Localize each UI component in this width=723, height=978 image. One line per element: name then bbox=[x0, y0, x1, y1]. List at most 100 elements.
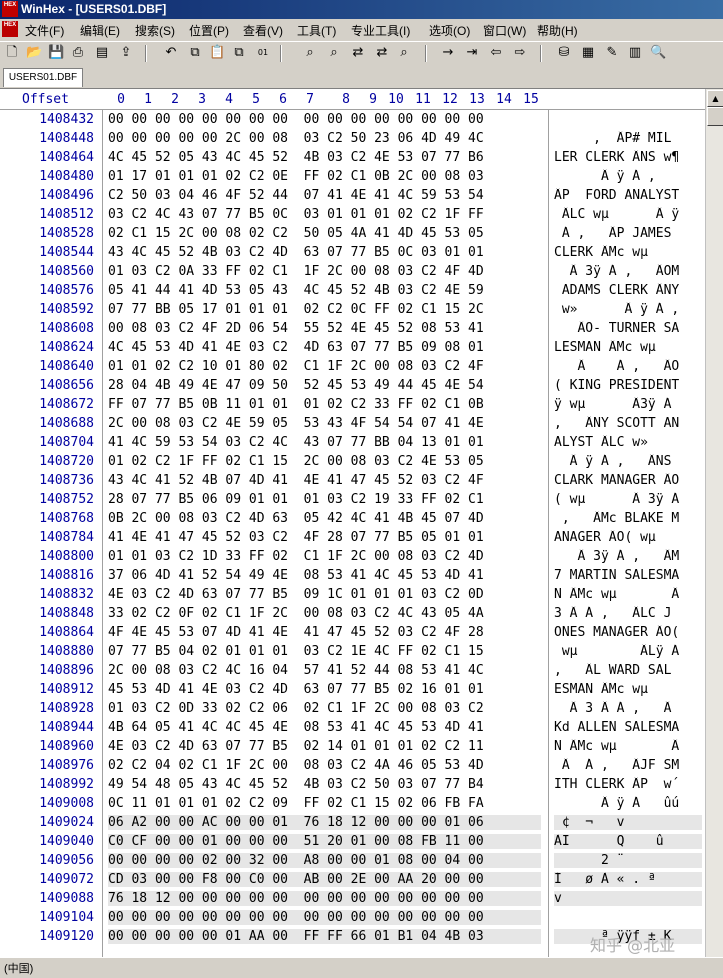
row-hex-bytes[interactable]: 2C 00 08 03 C2 4E 59 05 53 43 4F 54 54 0… bbox=[108, 416, 541, 431]
row-hex-bytes[interactable]: 76 18 12 00 00 00 00 00 00 00 00 00 00 0… bbox=[108, 891, 541, 906]
row-text[interactable]: ÿ wµ Â3ÿ Á bbox=[554, 397, 702, 412]
row-text[interactable]: ITH CLERK ÂP w´ bbox=[554, 777, 702, 792]
forward-icon[interactable]: ⇨ bbox=[512, 45, 528, 61]
row-hex-bytes[interactable]: 00 08 03 C2 4F 2D 06 54 55 52 4E 45 52 0… bbox=[108, 321, 541, 336]
row-text[interactable]: Â Á , ÂO bbox=[554, 359, 702, 374]
hex-row[interactable]: 1408448 00 00 00 00 00 2C 00 08 03 C2 50 … bbox=[0, 129, 705, 148]
row-hex-bytes[interactable]: 4E 03 C2 4D 63 07 77 B5 02 14 01 01 01 0… bbox=[108, 739, 541, 754]
row-hex-bytes[interactable]: C0 CF 00 00 01 00 00 00 51 20 01 00 08 F… bbox=[108, 834, 541, 849]
hex-row[interactable]: 1408720 01 02 C2 1F FF 02 C1 15 2C 00 08 … bbox=[0, 452, 705, 471]
goto-offset-icon[interactable]: ⇥ bbox=[464, 45, 480, 61]
row-text[interactable]: ÂP FORD ANALYST bbox=[554, 188, 702, 203]
scroll-thumb[interactable] bbox=[707, 107, 723, 126]
goto-icon[interactable]: → bbox=[440, 45, 456, 61]
row-hex-bytes[interactable]: 03 C2 4C 43 07 77 B5 0C 03 01 01 01 02 C… bbox=[108, 207, 541, 222]
export-icon[interactable]: ⇪ bbox=[118, 45, 134, 61]
hex-row[interactable]: 1408736 43 4C 41 52 4B 07 4D 41 4E 41 47 … bbox=[0, 471, 705, 490]
row-text[interactable]: Â 3 Â Á , Â bbox=[554, 701, 702, 716]
row-text[interactable]: Kd ALLEN SALESMA bbox=[554, 720, 702, 735]
row-hex-bytes[interactable]: 28 04 4B 49 4E 47 09 50 52 45 53 49 44 4… bbox=[108, 378, 541, 393]
row-hex-bytes[interactable]: 4E 03 C2 4D 63 07 77 B5 09 1C 01 01 01 0… bbox=[108, 587, 541, 602]
row-text[interactable]: CLERK ÂMc wµ bbox=[554, 245, 702, 260]
row-hex-bytes[interactable]: 01 02 C2 1F FF 02 C1 15 2C 00 08 03 C2 4… bbox=[108, 454, 541, 469]
row-hex-bytes[interactable]: 37 06 4D 41 52 54 49 4E 08 53 41 4C 45 5… bbox=[108, 568, 541, 583]
row-text[interactable]: CLARK MANAGER ÂO bbox=[554, 473, 702, 488]
tools-icon[interactable]: ✎ bbox=[604, 45, 620, 61]
row-text[interactable]: ( KING PRESIDENT bbox=[554, 378, 702, 393]
row-hex-bytes[interactable]: C2 50 03 04 46 4F 52 44 07 41 4E 41 4C 5… bbox=[108, 188, 541, 203]
menu-view[interactable]: 查看(V) bbox=[243, 22, 283, 39]
row-hex-bytes[interactable]: 4C 45 53 4D 41 4E 03 C2 4D 63 07 77 B5 0… bbox=[108, 340, 541, 355]
hex-row[interactable]: 1408880 07 77 B5 04 02 01 01 01 03 C2 1E … bbox=[0, 642, 705, 661]
hex-row[interactable]: 1409104 00 00 00 00 00 00 00 00 00 00 00 … bbox=[0, 908, 705, 927]
menu-tools[interactable]: 工具(T) bbox=[297, 22, 336, 39]
hex-row[interactable]: 1408816 37 06 4D 41 52 54 49 4E 08 53 41 … bbox=[0, 566, 705, 585]
hex-row[interactable]: 1409072 CD 03 00 00 F8 00 C0 00 AB 00 2E … bbox=[0, 870, 705, 889]
row-hex-bytes[interactable]: 02 C1 15 2C 00 08 02 C2 50 05 4A 41 4D 4… bbox=[108, 226, 541, 241]
row-text[interactable]: , ÂL WARD SAL bbox=[554, 663, 702, 678]
hex-row[interactable]: 1408576 05 41 44 41 4D 53 05 43 4C 45 52 … bbox=[0, 281, 705, 300]
row-text[interactable]: ONES MANAGER ÂO( bbox=[554, 625, 702, 640]
hex-row[interactable]: 1408912 45 53 4D 41 4E 03 C2 4D 63 07 77 … bbox=[0, 680, 705, 699]
row-hex-bytes[interactable]: 41 4E 41 47 45 52 03 C2 4F 28 07 77 B5 0… bbox=[108, 530, 541, 545]
menu-position[interactable]: 位置(P) bbox=[189, 22, 229, 39]
undo-icon[interactable]: ↶ bbox=[163, 45, 179, 61]
row-text[interactable]: ADAMS CLERK ÂNY bbox=[554, 283, 702, 298]
hex-row[interactable]: 1408896 2C 00 08 03 C2 4C 16 04 57 41 52 … bbox=[0, 661, 705, 680]
hex-row[interactable]: 1408976 02 C2 04 02 C1 1F 2C 00 08 03 C2 … bbox=[0, 756, 705, 775]
scroll-up-icon[interactable]: ▲ bbox=[707, 90, 723, 107]
menu-options[interactable]: 选项(O) bbox=[429, 22, 470, 39]
row-text[interactable]: v bbox=[554, 891, 702, 906]
hex-row[interactable]: 1408960 4E 03 C2 4D 63 07 77 B5 02 14 01 … bbox=[0, 737, 705, 756]
copy-icon[interactable]: ⧉ bbox=[187, 45, 203, 61]
hex-row[interactable]: 1408688 2C 00 08 03 C2 4E 59 05 53 43 4F … bbox=[0, 414, 705, 433]
calculator-icon[interactable]: ▥ bbox=[627, 45, 643, 61]
row-hex-bytes[interactable]: 43 4C 41 52 4B 07 4D 41 4E 41 47 45 52 0… bbox=[108, 473, 541, 488]
hex-row[interactable]: 1408784 41 4E 41 47 45 52 03 C2 4F 28 07 … bbox=[0, 528, 705, 547]
hex-row[interactable]: 1408512 03 C2 4C 43 07 77 B5 0C 03 01 01 … bbox=[0, 205, 705, 224]
row-hex-bytes[interactable]: 00 00 00 00 00 01 AA 00 FF FF 66 01 B1 0… bbox=[108, 929, 541, 944]
save-icon[interactable]: 💾 bbox=[48, 45, 64, 61]
hex-row[interactable]: 1408752 28 07 77 B5 06 09 01 01 01 03 C2 … bbox=[0, 490, 705, 509]
hex-row[interactable]: 1408544 43 4C 45 52 4B 03 C2 4D 63 07 77 … bbox=[0, 243, 705, 262]
hex-row[interactable]: 1408768 0B 2C 00 08 03 C2 4D 63 05 42 4C … bbox=[0, 509, 705, 528]
row-hex-bytes[interactable]: CD 03 00 00 F8 00 C0 00 AB 00 2E 00 AA 2… bbox=[108, 872, 541, 887]
hex-row[interactable]: 1409056 00 00 00 00 02 00 32 00 A8 00 00 … bbox=[0, 851, 705, 870]
row-text[interactable]: ESMAN ÂMc wµ bbox=[554, 682, 702, 697]
hex-row[interactable]: 1409040 C0 CF 00 00 01 00 00 00 51 20 01 … bbox=[0, 832, 705, 851]
hex-row[interactable]: 1408608 00 08 03 C2 4F 2D 06 54 55 52 4E … bbox=[0, 319, 705, 338]
row-hex-bytes[interactable]: 33 02 C2 0F 02 C1 1F 2C 00 08 03 C2 4C 4… bbox=[108, 606, 541, 621]
row-text[interactable]: Â ÿ Á , bbox=[554, 169, 702, 184]
hex-row[interactable]: 1408848 33 02 C2 0F 02 C1 1F 2C 00 08 03 … bbox=[0, 604, 705, 623]
print-icon[interactable]: ⎙ bbox=[70, 45, 86, 61]
hex-row[interactable]: 1409008 0C 11 01 01 01 02 C2 09 FF 02 C1 … bbox=[0, 794, 705, 813]
row-text[interactable]: Â ÿ Á , ÂNS bbox=[554, 454, 702, 469]
hex-row[interactable]: 1408704 41 4C 59 53 54 03 C2 4C 43 07 77 … bbox=[0, 433, 705, 452]
row-hex-bytes[interactable]: 01 01 03 C2 1D 33 FF 02 C1 1F 2C 00 08 0… bbox=[108, 549, 541, 564]
row-text[interactable]: , ÂP# MIL bbox=[554, 131, 702, 146]
replace-hex-icon[interactable]: ⇄ bbox=[374, 45, 390, 61]
row-text[interactable]: Í ø À « . ª bbox=[554, 872, 702, 887]
row-text[interactable]: Â 3ÿ Á , ÂM bbox=[554, 549, 702, 564]
back-icon[interactable]: ⇦ bbox=[488, 45, 504, 61]
row-text[interactable]: w» Â ÿ Á , bbox=[554, 302, 702, 317]
open-icon[interactable]: 📂 bbox=[26, 45, 42, 61]
row-text[interactable]: ÂLC wµ Â ÿ bbox=[554, 207, 702, 222]
row-hex-bytes[interactable]: 4F 4E 45 53 07 4D 41 4E 41 47 45 52 03 C… bbox=[108, 625, 541, 640]
hex-row[interactable]: 1408592 07 77 BB 05 17 01 01 01 02 C2 0C … bbox=[0, 300, 705, 319]
hex-convert-icon[interactable]: 01 bbox=[255, 45, 271, 61]
replace-icon[interactable]: ⇄ bbox=[350, 45, 366, 61]
disk-icon[interactable]: ⛁ bbox=[556, 45, 572, 61]
hex-row[interactable]: 1408672 FF 07 77 B5 0B 11 01 01 01 02 C2 … bbox=[0, 395, 705, 414]
ram-icon[interactable]: ▦ bbox=[580, 45, 596, 61]
menu-window[interactable]: 窗口(W) bbox=[483, 22, 526, 39]
vertical-scrollbar[interactable]: ▲ bbox=[705, 89, 723, 957]
hex-row[interactable]: 1408832 4E 03 C2 4D 63 07 77 B5 09 1C 01 … bbox=[0, 585, 705, 604]
menu-file[interactable]: 文件(F) bbox=[25, 22, 64, 39]
row-text[interactable]: ÂO- TURNER SA bbox=[554, 321, 702, 336]
hex-editor[interactable]: Offset 0 1 2 3 4 5 6 7 8 9 10 11 12 13 1… bbox=[0, 89, 705, 957]
row-hex-bytes[interactable]: 4B 64 05 41 4C 4C 45 4E 08 53 41 4C 45 5… bbox=[108, 720, 541, 735]
hex-row[interactable]: 1408640 01 01 02 C2 10 01 80 02 C1 1F 2C … bbox=[0, 357, 705, 376]
row-text[interactable]: ¢ ¬ v bbox=[554, 815, 702, 830]
row-text[interactable]: Â Á , ÂJF SM bbox=[554, 758, 702, 773]
